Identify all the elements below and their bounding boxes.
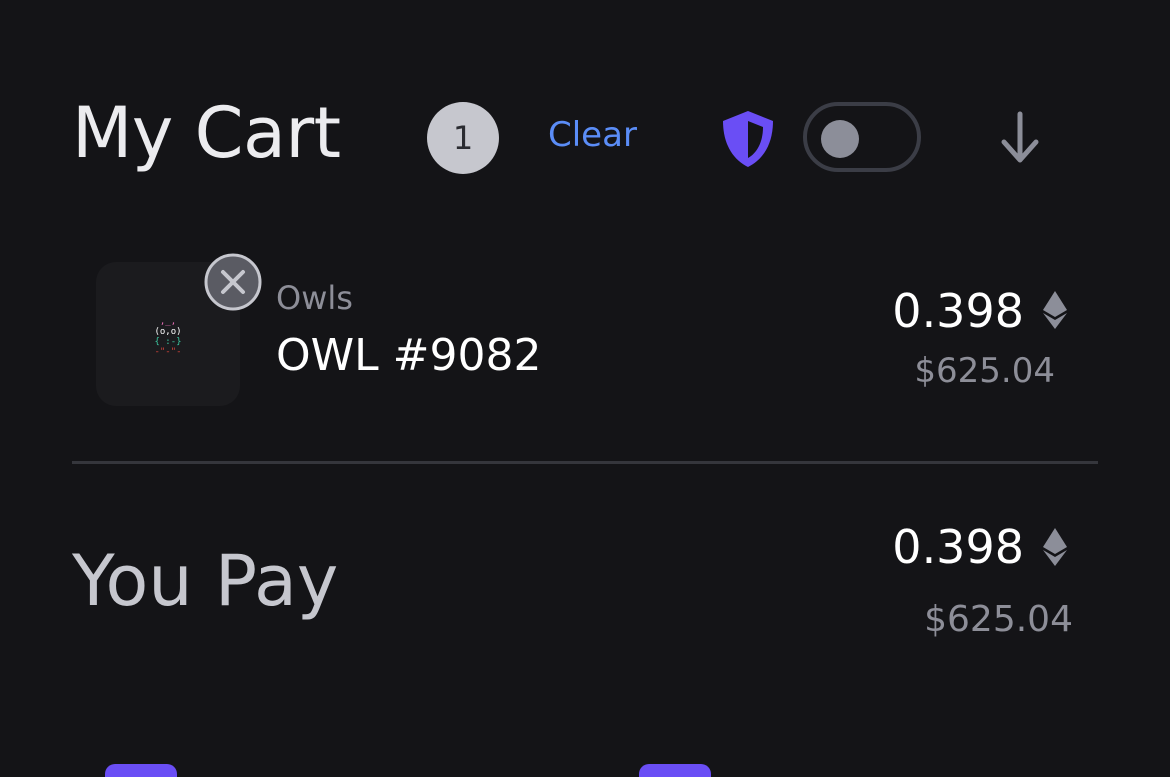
you-pay-label: You Pay (72, 540, 339, 622)
arrow-down-icon[interactable] (996, 110, 1044, 166)
svg-text:(o,o): (o,o) (154, 327, 181, 337)
cart-panel: My Cart 1 Clear ,_, (o,o) { :-} -"-"- Ow… (0, 0, 1170, 777)
clear-button[interactable]: Clear (548, 118, 637, 152)
item-collection: Owls (276, 279, 353, 317)
payment-option-button[interactable] (639, 764, 711, 777)
svg-text:,_,: ,_, (160, 317, 176, 327)
shield-icon (723, 111, 773, 167)
svg-text:-"-"-: -"-"- (154, 347, 181, 357)
toggle-knob (821, 120, 859, 158)
item-price-eth: 0.398 (892, 284, 1024, 338)
eth-icon (1043, 528, 1067, 566)
remove-item-icon[interactable] (203, 252, 263, 312)
total-price-usd: $625.04 (924, 599, 1073, 640)
payment-option-button[interactable] (105, 764, 177, 777)
divider (72, 461, 1098, 464)
total-price-eth: 0.398 (892, 520, 1024, 574)
item-count-badge: 1 (427, 102, 499, 174)
protection-toggle[interactable] (803, 102, 921, 172)
eth-icon (1043, 291, 1067, 329)
item-name[interactable]: OWL #9082 (276, 334, 541, 378)
cart-title: My Cart (72, 92, 341, 174)
svg-text:{ :-}: { :-} (154, 337, 181, 347)
item-price-usd: $625.04 (914, 351, 1055, 391)
